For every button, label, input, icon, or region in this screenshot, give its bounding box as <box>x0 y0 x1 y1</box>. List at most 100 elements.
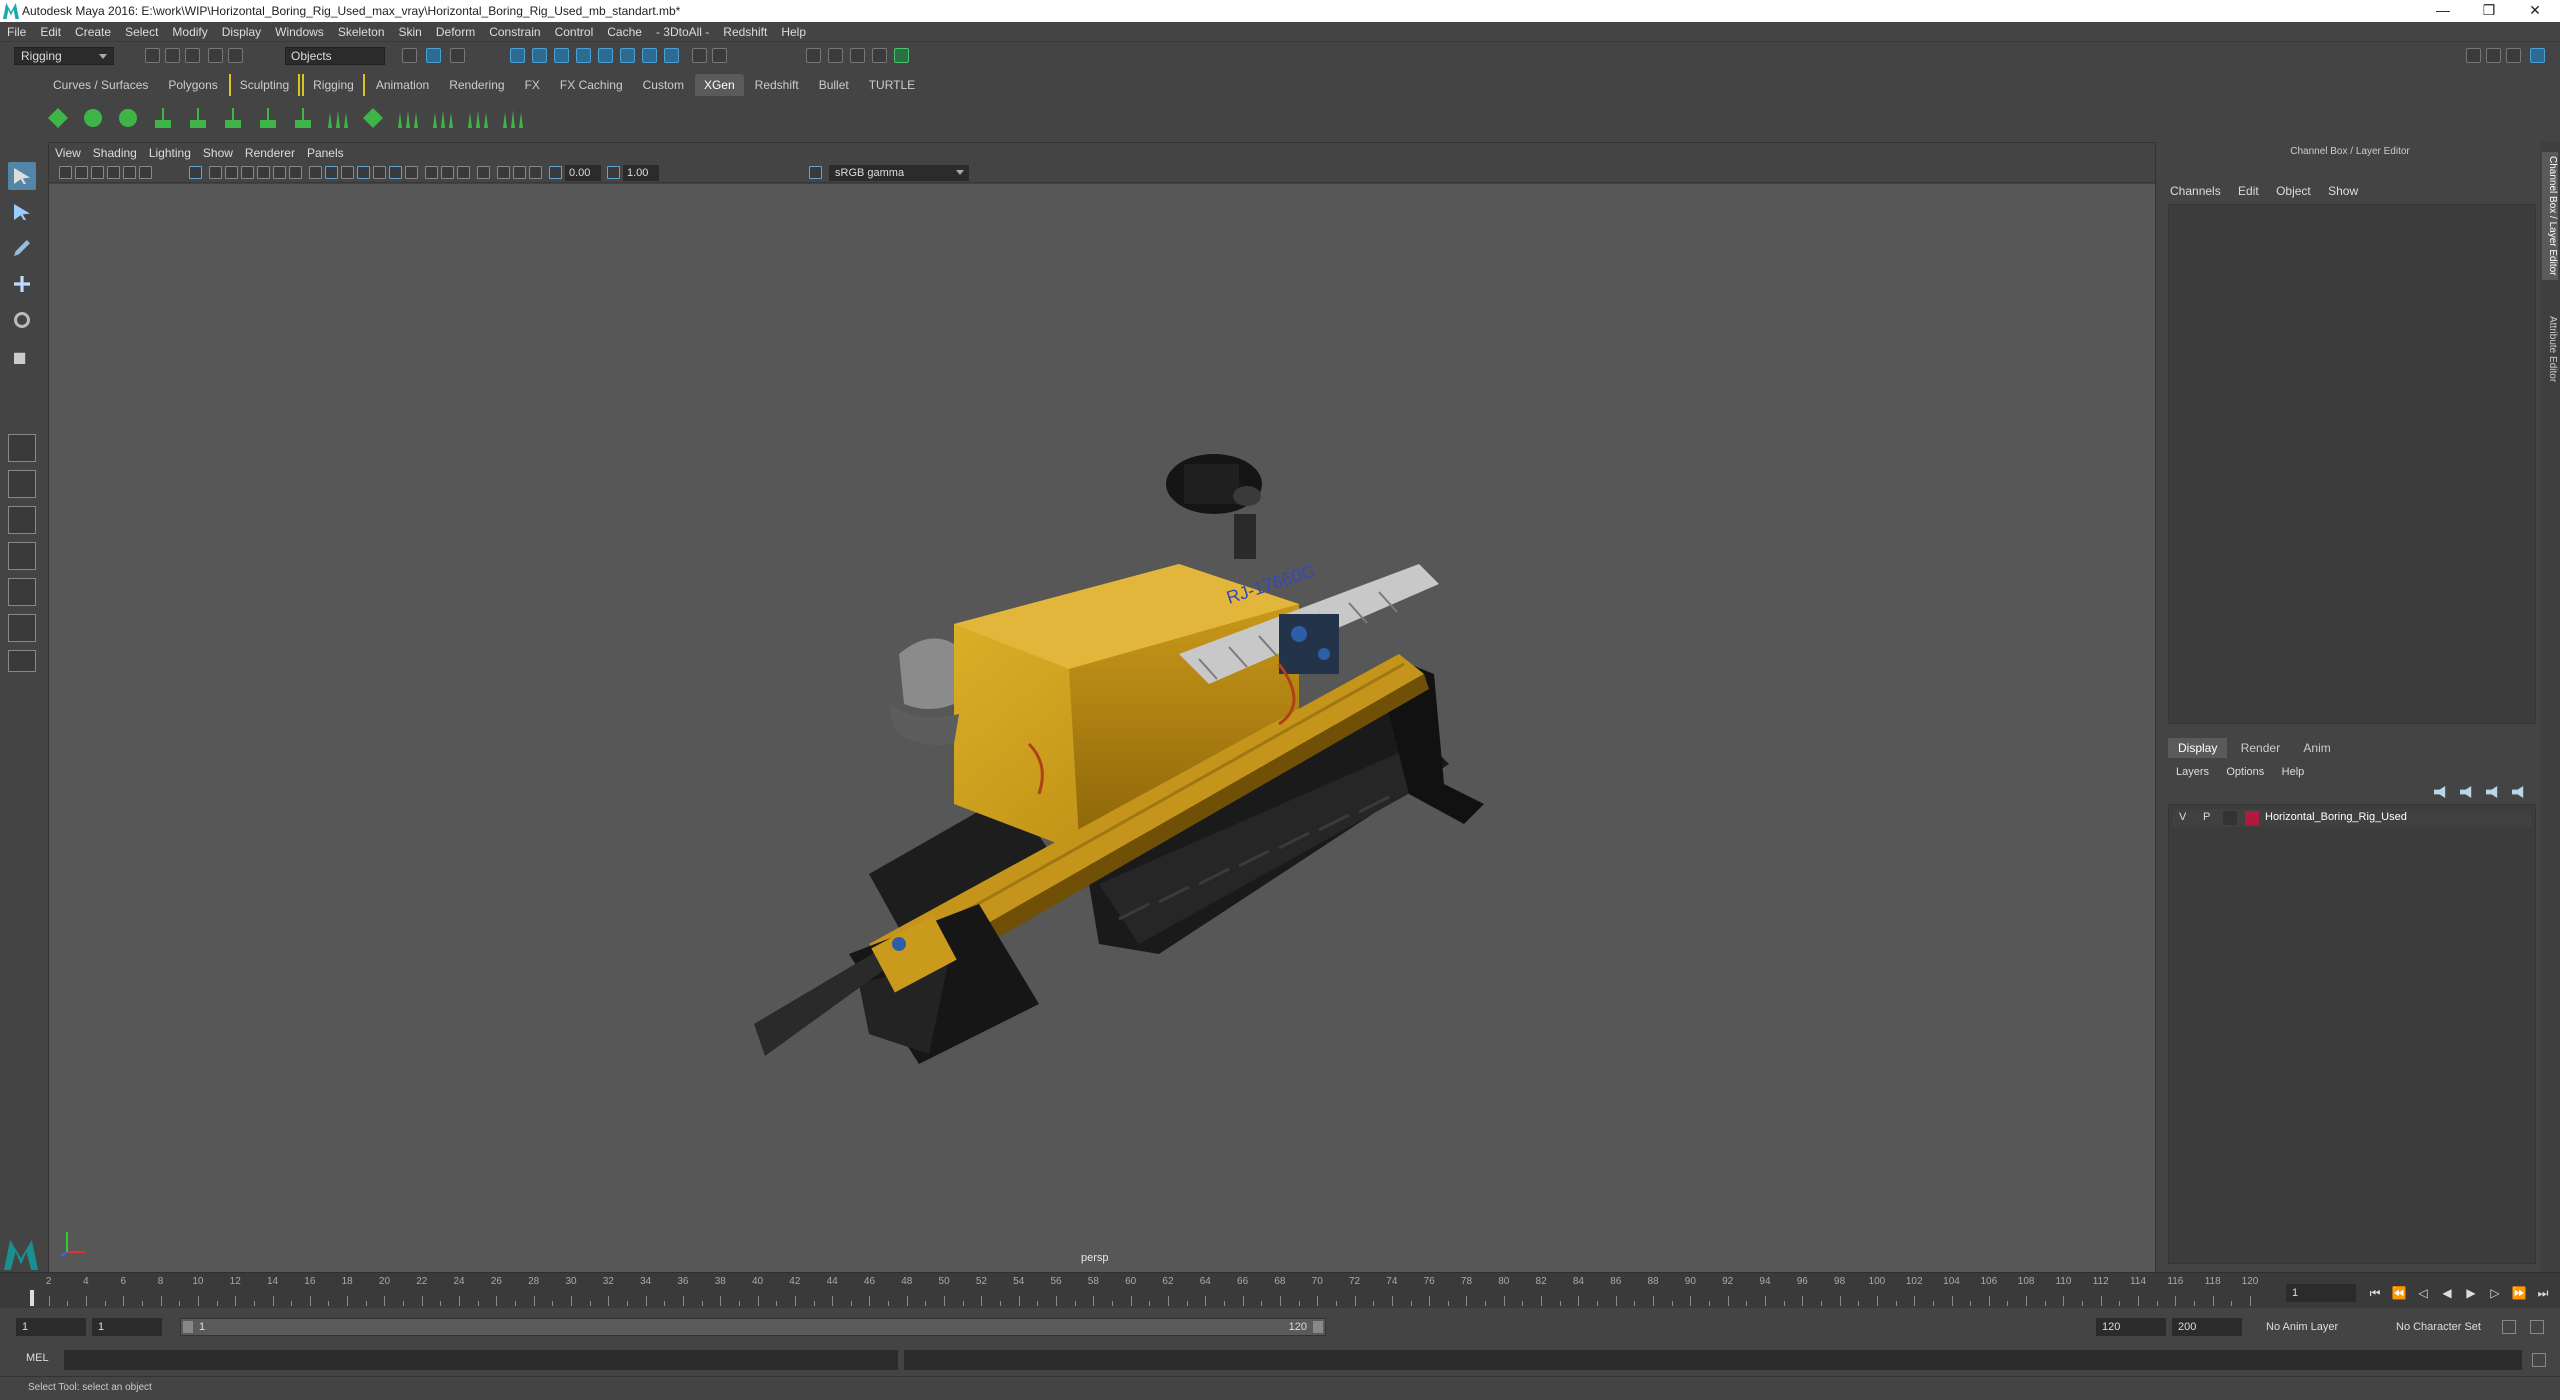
safe-action-icon[interactable] <box>273 166 286 179</box>
le-menu-help[interactable]: Help <box>2282 766 2305 778</box>
render-view-icon[interactable] <box>894 48 909 63</box>
show-channel-box-icon[interactable] <box>2530 48 2545 63</box>
shelf-tab-sculpting[interactable]: Sculpting <box>228 74 301 96</box>
current-frame-field[interactable]: 1 <box>2286 1284 2356 1302</box>
ipr-render-icon[interactable] <box>828 48 843 63</box>
smooth-shade-icon[interactable] <box>325 166 338 179</box>
menu-skin[interactable]: Skin <box>392 22 429 42</box>
layer-playback-toggle[interactable]: P <box>2203 811 2210 823</box>
persp-graph-layout-button[interactable] <box>8 542 36 570</box>
render-current-frame-icon[interactable] <box>806 48 821 63</box>
layout-options-button[interactable] <box>8 650 36 672</box>
hypershade-icon[interactable] <box>872 48 887 63</box>
auto-key-icon[interactable] <box>2502 1320 2516 1334</box>
go-to-end-button[interactable]: ⏭ <box>2534 1284 2552 1302</box>
grease-pencil-icon[interactable] <box>139 166 152 179</box>
create-layer-from-selected-icon[interactable] <box>2512 786 2524 798</box>
single-perspective-layout-button[interactable] <box>8 434 36 462</box>
tab-display[interactable]: Display <box>2168 738 2228 758</box>
gate-mask-icon[interactable] <box>241 166 254 179</box>
vp-menu-shading[interactable]: Shading <box>87 143 143 163</box>
isolate-select-icon[interactable] <box>477 166 490 179</box>
select-tool-button[interactable] <box>8 162 36 190</box>
camera-attributes-icon[interactable] <box>75 166 88 179</box>
hypershade-layout-button[interactable] <box>8 578 36 606</box>
create-empty-layer-icon[interactable] <box>2486 786 2498 798</box>
menu-redshift[interactable]: Redshift <box>716 22 774 42</box>
snap-view-plane-icon[interactable] <box>576 48 591 63</box>
step-forward-frame-button[interactable]: ▷ <box>2486 1284 2504 1302</box>
select-component-icon[interactable] <box>450 48 465 63</box>
range-slider[interactable]: 1 120 <box>180 1318 1326 1336</box>
layer-display-type-toggle[interactable] <box>2223 811 2237 825</box>
cb-menu-edit[interactable]: Edit <box>2238 184 2259 198</box>
xray-icon[interactable] <box>497 166 510 179</box>
shelf-tab-fx-caching[interactable]: FX Caching <box>550 74 632 96</box>
maya-home-icon[interactable] <box>4 1240 38 1270</box>
vp-menu-show[interactable]: Show <box>197 143 239 163</box>
motion-blur-icon[interactable] <box>425 166 438 179</box>
xgen-interactive-groom-icon[interactable] <box>394 104 422 132</box>
menu-file[interactable]: File <box>0 22 33 42</box>
shelf-tab-custom[interactable]: Custom <box>633 74 693 96</box>
tab-anim[interactable]: Anim <box>2293 738 2340 758</box>
step-back-frame-button[interactable]: ◁ <box>2414 1284 2432 1302</box>
menu-select[interactable]: Select <box>118 22 165 42</box>
move-layer-down-icon[interactable] <box>2460 786 2472 798</box>
gamma-icon[interactable] <box>607 166 620 179</box>
rotate-tool-button[interactable] <box>8 306 36 334</box>
xgen-layer-icon[interactable] <box>359 104 387 132</box>
shelf-tab-rendering[interactable]: Rendering <box>440 74 514 96</box>
command-input[interactable] <box>64 1350 898 1370</box>
xgen-sculpt-guide-icon[interactable] <box>219 104 247 132</box>
xgen-lock-guide-icon[interactable] <box>289 104 317 132</box>
output-ops-icon[interactable] <box>664 48 679 63</box>
menu-cache[interactable]: Cache <box>600 22 649 42</box>
textured-icon[interactable] <box>357 166 370 179</box>
animation-prefs-icon[interactable] <box>2530 1320 2544 1334</box>
camera-select-icon[interactable] <box>59 166 72 179</box>
exposure-field[interactable]: 0.00 <box>565 165 601 181</box>
vp-menu-panels[interactable]: Panels <box>301 143 350 163</box>
cb-menu-object[interactable]: Object <box>2276 184 2311 198</box>
wireframe-icon[interactable] <box>309 166 322 179</box>
playback-start-field[interactable]: 1 <box>92 1318 162 1336</box>
xray-joints-icon[interactable] <box>513 166 526 179</box>
menu-3dtoall[interactable]: - 3DtoAll - <box>649 22 716 42</box>
step-back-key-button[interactable]: ⏪ <box>2390 1284 2408 1302</box>
range-start-handle[interactable] <box>183 1321 193 1333</box>
select-object-icon[interactable] <box>426 48 441 63</box>
move-layer-up-icon[interactable] <box>2434 786 2446 798</box>
paint-select-tool-button[interactable] <box>8 234 36 262</box>
xgen-import-icon[interactable] <box>114 104 142 132</box>
workspace-layout-icon[interactable] <box>2466 48 2481 63</box>
side-tab-attribute-editor[interactable]: Attribute Editor <box>2542 312 2558 386</box>
xgen-add-guide-icon[interactable] <box>184 104 212 132</box>
anim-layer-selector[interactable]: No Anim Layer <box>2266 1318 2338 1336</box>
undo-icon[interactable] <box>208 48 223 63</box>
shelf-tab-turtle[interactable]: TURTLE <box>859 74 925 96</box>
bookmark-icon[interactable] <box>91 166 104 179</box>
select-hierarchy-icon[interactable] <box>402 48 417 63</box>
screen-space-ao-icon[interactable] <box>405 166 418 179</box>
character-set-selector[interactable]: No Character Set <box>2396 1318 2481 1336</box>
xgen-comb-icon[interactable] <box>429 104 457 132</box>
tab-render[interactable]: Render <box>2231 738 2290 758</box>
vp-menu-lighting[interactable]: Lighting <box>143 143 197 163</box>
xgen-rebuild-guide-icon[interactable] <box>254 104 282 132</box>
menu-create[interactable]: Create <box>68 22 118 42</box>
xgen-guide-length-icon[interactable] <box>324 104 352 132</box>
render-settings-icon[interactable] <box>850 48 865 63</box>
script-editor-icon[interactable] <box>2532 1353 2546 1367</box>
shelf-tab-fx[interactable]: FX <box>515 74 549 96</box>
redo-icon[interactable] <box>228 48 243 63</box>
snap-surface-icon[interactable] <box>598 48 613 63</box>
vp-menu-renderer[interactable]: Renderer <box>239 143 301 163</box>
shelf-tab-rigging[interactable]: Rigging <box>302 74 365 96</box>
step-forward-key-button[interactable]: ⏩ <box>2510 1284 2528 1302</box>
layer-visibility-toggle[interactable]: V <box>2179 811 2186 823</box>
four-view-layout-button[interactable] <box>8 470 36 498</box>
boring-rig-model[interactable]: RJ-17660G <box>754 454 1484 1064</box>
menu-skeleton[interactable]: Skeleton <box>331 22 392 42</box>
new-scene-icon[interactable] <box>145 48 160 63</box>
